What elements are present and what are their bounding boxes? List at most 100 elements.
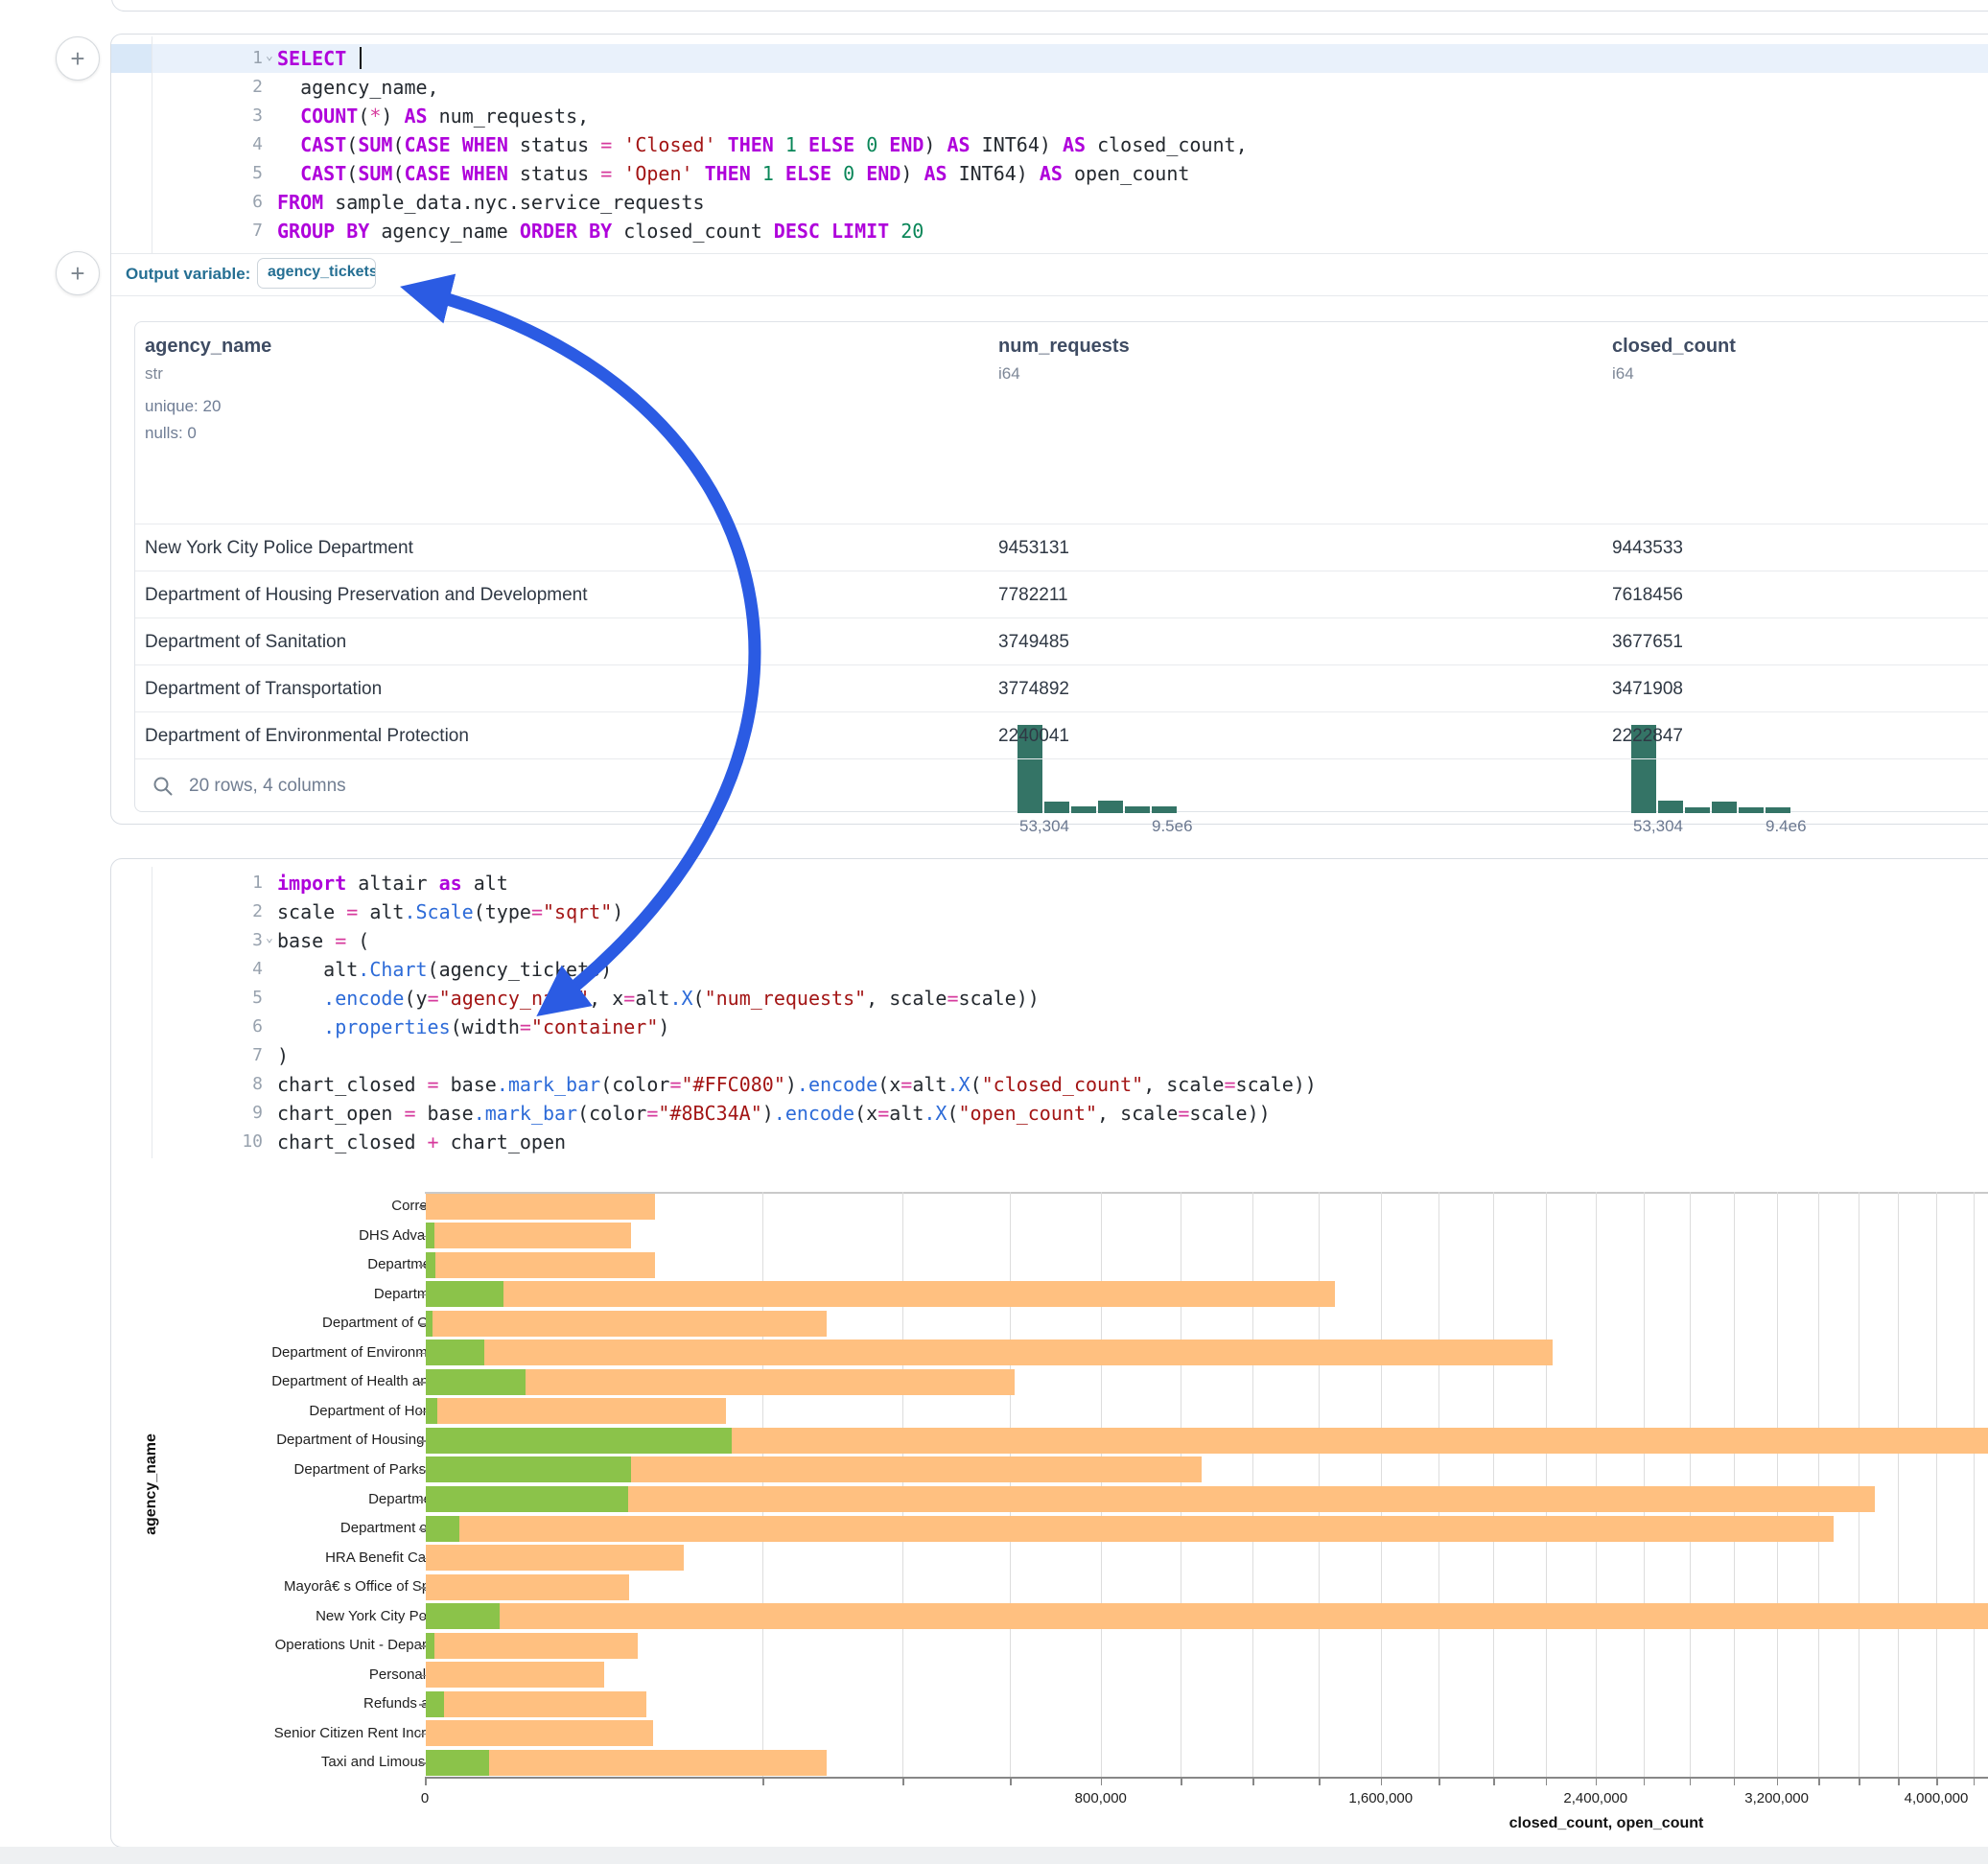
x-axis-tick [1381,1779,1383,1785]
y-axis-tick [419,1440,426,1442]
token: status [508,162,600,185]
y-axis-title: agency_name [143,1433,160,1535]
y-axis-tick [419,1382,426,1384]
token: END [889,133,924,156]
token: AS [1063,133,1086,156]
x-axis-tick [1690,1779,1692,1785]
cell-closed-count: 3677651 [1612,618,1683,665]
cell-closed-count: 7618456 [1612,571,1683,618]
gridline [762,1192,763,1777]
bar-open [426,1456,631,1482]
gridline [1644,1192,1645,1777]
search-icon[interactable] [152,775,175,798]
row-count-text: 20 rows, 4 columns [189,759,346,812]
plot-top-border [425,1192,1988,1194]
notebook-page: + + 1⌄SELECT2 agency_name,3 COUNT(*) AS … [0,0,1988,1864]
gridline [1596,1192,1597,1777]
token [693,162,705,185]
table-row[interactable]: Department of Sanitation37494853677651 [135,617,1988,665]
y-axis-tick [419,1528,426,1530]
bar-open [426,1223,434,1248]
cell-num-requests: 3774892 [998,665,1069,712]
table-row[interactable]: Department of Transportation377489234719… [135,664,1988,712]
bar-open [426,1691,444,1717]
cell-agency-name: Department of Housing Preservation and D… [145,571,588,618]
code-line[interactable]: 1⌄SELECT [223,44,1988,73]
token [751,162,762,185]
x-axis-tick [1319,1779,1321,1785]
token [889,220,900,243]
column-type: str [145,364,163,384]
column-name-closed_count[interactable]: closed_count [1612,336,1736,358]
column-name-num_requests[interactable]: num_requests [998,336,1130,358]
x-axis-tick-label: 1,600,000 [1348,1790,1413,1806]
gridline [1546,1192,1547,1777]
x-axis-tick-label: 0 [421,1790,429,1806]
token: ELSE [808,133,854,156]
column-name-agency_name[interactable]: agency_name [145,336,271,358]
x-axis-tick [1859,1779,1860,1785]
add-cell-button-top[interactable]: + [56,36,100,81]
y-axis-tick [419,1704,426,1706]
token: open_count [1063,162,1189,185]
x-axis-tick-label: 4,000,000 [1905,1790,1969,1806]
output-variable-label: Output variable: [126,265,250,284]
code-line[interactable]: 3 COUNT(*) AS num_requests, [223,102,1988,130]
x-axis-tick [762,1779,764,1785]
token [774,162,785,185]
gridline [1493,1192,1494,1777]
table-row[interactable]: New York City Police Department945313194… [135,524,1988,571]
bar-open [426,1486,628,1512]
column-type: i64 [1612,364,1634,384]
bar-closed [426,1340,1553,1365]
y-axis-tick [419,1411,426,1413]
previous-cell-bottom-edge [111,0,1988,12]
code-line[interactable]: 6FROM sample_data.nyc.service_requests [223,188,1988,217]
bar-closed [426,1516,1834,1542]
histogram-min-label: 53,304 [1633,817,1683,836]
y-axis-tick [419,1206,426,1208]
line-number: 5 [223,159,263,188]
bar-closed [426,1720,653,1746]
bar-closed [426,1486,1875,1512]
cell-closed-count: 2222847 [1612,712,1683,759]
y-axis-tick [419,1675,426,1677]
token: = [600,162,612,185]
code-line[interactable]: 7GROUP BY agency_name ORDER BY closed_co… [223,217,1988,245]
token: SELECT [277,47,346,70]
code-line[interactable]: 2 agency_name, [223,73,1988,102]
token [716,133,728,156]
output-variable-pill[interactable]: agency_tickets [257,258,376,289]
bar-open [426,1750,489,1776]
x-axis-tick [1818,1779,1820,1785]
token: agency_name [369,220,520,243]
x-axis-tick-label: 3,200,000 [1744,1790,1809,1806]
sql-editor[interactable]: 1⌄SELECT2 agency_name,3 COUNT(*) AS num_… [111,35,1988,253]
x-axis-tick [1898,1779,1900,1785]
token [277,133,300,156]
bar-closed [426,1281,1335,1307]
add-cell-button-output[interactable]: + [56,251,100,295]
code-text: GROUP BY agency_name ORDER BY closed_cou… [277,217,924,245]
token: INT64) [947,162,1040,185]
bar-open [426,1603,500,1629]
bar-closed [426,1603,1988,1629]
y-axis-tick [419,1470,426,1472]
token [277,162,300,185]
token: closed_count [612,220,774,243]
y-axis-tick [419,1353,426,1355]
cell-agency-name: New York City Police Department [145,524,413,571]
token [277,105,300,128]
token: status [508,133,600,156]
code-line[interactable]: 4 CAST(SUM(CASE WHEN status = 'Closed' T… [223,130,1988,159]
token: CAST [300,133,346,156]
token [877,133,889,156]
bar-open [426,1340,484,1365]
token [831,162,843,185]
table-row[interactable]: Department of Housing Preservation and D… [135,571,1988,618]
code-line[interactable]: 5 CAST(SUM(CASE WHEN status = 'Open' THE… [223,159,1988,188]
token [854,162,866,185]
cell-closed-count: 3471908 [1612,665,1683,712]
gridline [1010,1192,1011,1777]
table-row[interactable]: Department of Environmental Protection22… [135,711,1988,759]
